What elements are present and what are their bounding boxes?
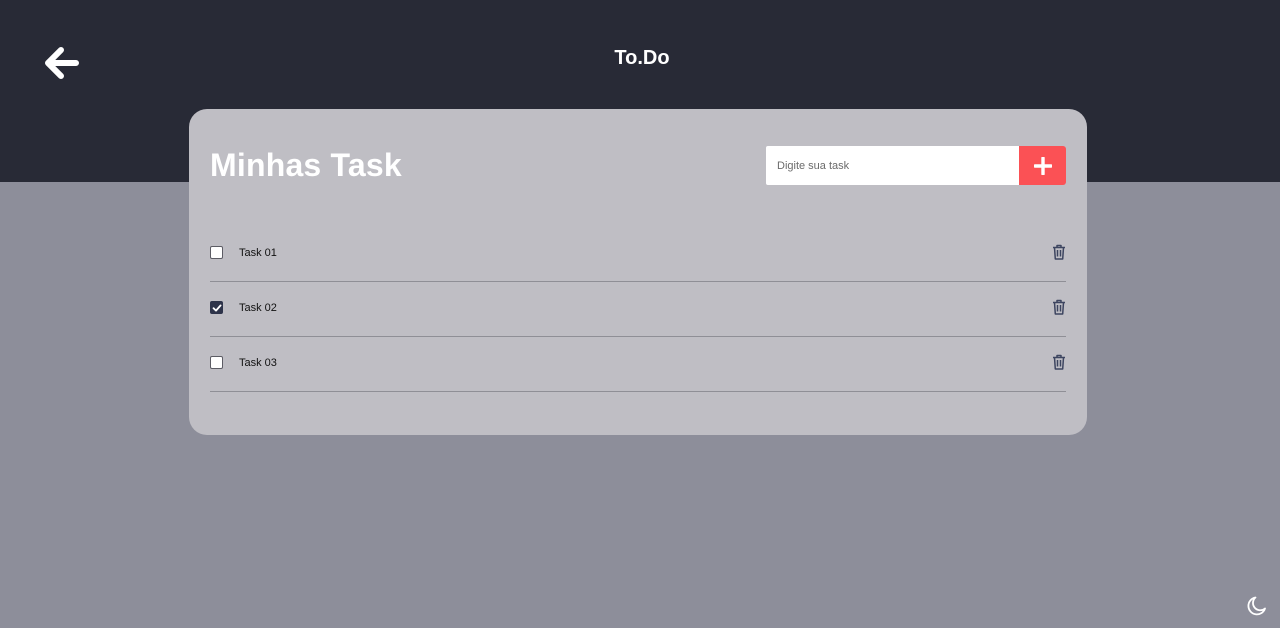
- task-checkbox[interactable]: [210, 246, 223, 259]
- task-input[interactable]: [766, 146, 1019, 185]
- add-task-button[interactable]: [1019, 146, 1066, 185]
- trash-icon: [1053, 354, 1065, 370]
- delete-task-button[interactable]: [1052, 354, 1066, 370]
- trash-icon: [1053, 299, 1065, 315]
- task-row: Task 03: [210, 337, 1066, 392]
- task-row: Task 01: [210, 227, 1066, 282]
- task-label: Task 01: [239, 247, 277, 259]
- moon-icon: [1247, 596, 1266, 616]
- delete-task-button[interactable]: [1052, 299, 1066, 315]
- task-row: Task 02: [210, 282, 1066, 337]
- task-checkbox[interactable]: [210, 301, 223, 314]
- trash-icon: [1053, 244, 1065, 260]
- theme-toggle-button[interactable]: [1245, 594, 1269, 618]
- task-checkbox[interactable]: [210, 356, 223, 369]
- task-card: Minhas Task Task 01 Task 02: [189, 109, 1087, 435]
- app-title: To.Do: [614, 47, 670, 69]
- task-label: Task 02: [239, 302, 277, 314]
- card-title: Minhas Task: [210, 147, 402, 183]
- plus-icon: [1033, 156, 1052, 175]
- checkmark-icon: [212, 304, 221, 311]
- task-label: Task 03: [239, 357, 277, 369]
- delete-task-button[interactable]: [1052, 244, 1066, 260]
- task-list: Task 01 Task 02 Task 03: [210, 227, 1066, 392]
